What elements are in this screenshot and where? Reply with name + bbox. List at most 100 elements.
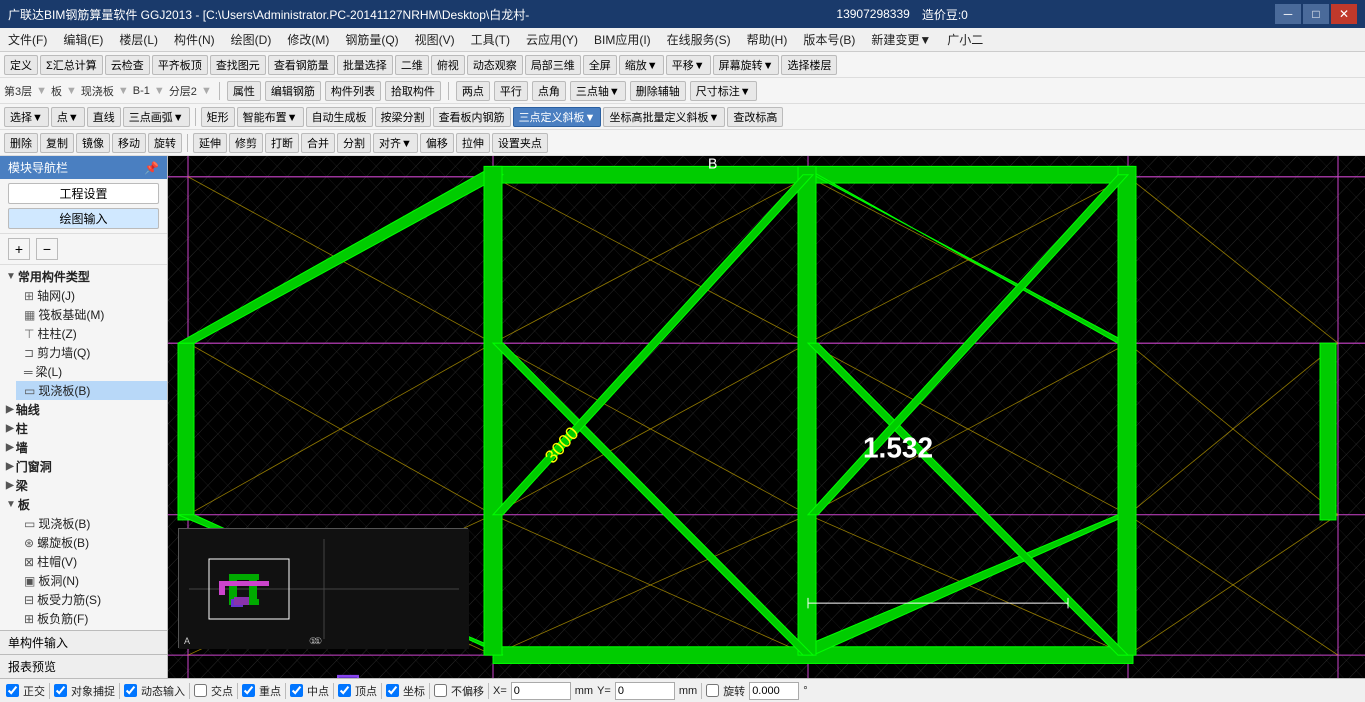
- point-angle-button[interactable]: 点角: [532, 81, 566, 101]
- tree-item-slab[interactable]: ▭现浇板(B): [16, 381, 167, 400]
- check-height-button[interactable]: 查改标高: [727, 107, 783, 127]
- remove-component-button[interactable]: −: [36, 238, 58, 260]
- nooffset-checkbox[interactable]: [434, 684, 447, 697]
- two-point-button[interactable]: 两点: [456, 81, 490, 101]
- tree-item-beam[interactable]: ═梁(L): [16, 362, 167, 381]
- point-button[interactable]: 点▼: [51, 107, 85, 127]
- tb1-[interactable]: 缩放▼: [619, 55, 664, 75]
- tree-item-tension-rebar[interactable]: ⊟板受力筋(S): [16, 590, 167, 609]
- center-checkbox[interactable]: [290, 684, 303, 697]
- tb1-[interactable]: 屏幕旋转▼: [713, 55, 780, 75]
- split-button[interactable]: 分割: [337, 133, 371, 153]
- tree-group-wall[interactable]: ▶ 墙: [0, 438, 167, 457]
- tree-item-shearwall[interactable]: ⊐剪力墙(Q): [16, 343, 167, 362]
- rect-button[interactable]: 矩形: [201, 107, 235, 127]
- tb1-[interactable]: 动态观察: [467, 55, 523, 75]
- menubar-item-s[interactable]: 在线服务(S): [659, 29, 739, 50]
- tb1-[interactable]: 平移▼: [666, 55, 711, 75]
- tree-group-axis[interactable]: ▶ 轴线: [0, 400, 167, 419]
- menubar-item-d[interactable]: 绘图(D): [223, 29, 280, 50]
- menubar-item-n[interactable]: 构件(N): [166, 29, 223, 50]
- menubar-item-h[interactable]: 帮助(H): [739, 29, 796, 50]
- three-point-slope-button[interactable]: 三点定义斜板▼: [513, 107, 602, 127]
- close-button[interactable]: ✕: [1331, 4, 1357, 24]
- minimize-button[interactable]: ─: [1275, 4, 1301, 24]
- dynainput-checkbox[interactable]: [124, 684, 137, 697]
- component-list-button[interactable]: 构件列表: [325, 81, 381, 101]
- tb1-[interactable]: 全屏: [583, 55, 617, 75]
- split-by-beam-button[interactable]: 按梁分割: [375, 107, 431, 127]
- project-settings-button[interactable]: 工程设置: [8, 183, 159, 204]
- select-button[interactable]: 选择▼: [4, 107, 49, 127]
- maximize-button[interactable]: □: [1303, 4, 1329, 24]
- menubar-item-bimi[interactable]: BIM应用(I): [586, 29, 659, 50]
- smart-layout-button[interactable]: 智能布置▼: [237, 107, 304, 127]
- tb1-[interactable]: 定义: [4, 55, 38, 75]
- tb1-[interactable]: 局部三维: [525, 55, 581, 75]
- intersect-checkbox[interactable]: [194, 684, 207, 697]
- ortho-checkbox[interactable]: [6, 684, 19, 697]
- edit-rebar-button[interactable]: 编辑钢筋: [265, 81, 321, 101]
- cad-canvas[interactable]: 1.532 3000 .690 .690 B A ① ② tE: [168, 156, 1365, 678]
- mirror-button[interactable]: 镜像: [76, 133, 110, 153]
- vertex-checkbox[interactable]: [338, 684, 351, 697]
- tree-group-opening[interactable]: ▶ 门窗洞: [0, 457, 167, 476]
- tb1-[interactable]: 查找图元: [210, 55, 266, 75]
- tb1-[interactable]: 选择楼层: [781, 55, 837, 75]
- move-button[interactable]: 移动: [112, 133, 146, 153]
- menubar-item-q[interactable]: 钢筋量(Q): [337, 29, 406, 50]
- tree-group-col[interactable]: ▶ 柱: [0, 419, 167, 438]
- merge-button[interactable]: 合并: [301, 133, 335, 153]
- drawing-input-button[interactable]: 绘图输入: [8, 208, 159, 229]
- report-preview[interactable]: 报表预览: [0, 654, 167, 678]
- property-button[interactable]: 属性: [227, 81, 261, 101]
- menubar-item-t[interactable]: 工具(T): [463, 29, 518, 50]
- minimap[interactable]: A ① ①: [178, 528, 468, 648]
- tree-item-xjb[interactable]: ▭现浇板(B): [16, 514, 167, 533]
- add-component-button[interactable]: +: [8, 238, 30, 260]
- tree-group-liang[interactable]: ▶ 梁: [0, 476, 167, 495]
- offset-button[interactable]: 偏移: [420, 133, 454, 153]
- tree-item-neg-rebar[interactable]: ⊞板负筋(F): [16, 609, 167, 628]
- menubar-item-y[interactable]: 云应用(Y): [518, 29, 586, 50]
- set-grip-button[interactable]: 设置夹点: [492, 133, 548, 153]
- tree-group-slab[interactable]: ▼ 板: [0, 495, 167, 514]
- menubar-item-b[interactable]: 版本号(B): [795, 29, 863, 50]
- menubar-item-e[interactable]: 编辑(E): [55, 29, 111, 50]
- midpoint-checkbox[interactable]: [242, 684, 255, 697]
- menubar-item-v[interactable]: 视图(V): [407, 29, 463, 50]
- x-input[interactable]: [511, 682, 571, 700]
- pick-component-button[interactable]: 拾取构件: [385, 81, 441, 101]
- y-input[interactable]: [615, 682, 675, 700]
- delete-button[interactable]: 删除: [4, 133, 38, 153]
- tree-group-common[interactable]: ▼ 常用构件类型: [0, 267, 167, 286]
- extend-button[interactable]: 延伸: [193, 133, 227, 153]
- tb1-[interactable]: 平齐板顶: [152, 55, 208, 75]
- tb1-[interactable]: 批量选择: [337, 55, 393, 75]
- menubar-item-m[interactable]: 修改(M): [279, 29, 337, 50]
- menubar-item-[interactable]: 新建变更▼: [863, 29, 939, 50]
- dim-note-button[interactable]: 尺寸标注▼: [690, 81, 757, 101]
- tree-item-raft[interactable]: ▦筏板基础(M): [16, 305, 167, 324]
- tree-item-pilecap[interactable]: ⊠柱帽(V): [16, 552, 167, 571]
- menubar-item-f[interactable]: 文件(F): [0, 29, 55, 50]
- menubar-item-[interactable]: 广小二: [939, 29, 991, 50]
- rotate-checkbox[interactable]: [706, 684, 719, 697]
- menubar-item-l[interactable]: 楼层(L): [111, 29, 166, 50]
- single-component-input[interactable]: 单构件输入: [0, 630, 167, 654]
- stretch-button[interactable]: 拉伸: [456, 133, 490, 153]
- tb1-[interactable]: Σ汇总计算: [40, 55, 103, 75]
- copy-button[interactable]: 复制: [40, 133, 74, 153]
- rotate-input[interactable]: [749, 682, 799, 700]
- tree-item-axis[interactable]: ⊞轴网(J): [16, 286, 167, 305]
- coord-slope-button[interactable]: 坐标高批量定义斜板▼: [603, 107, 725, 127]
- delete-aux-button[interactable]: 删除辅轴: [630, 81, 686, 101]
- parallel-button[interactable]: 平行: [494, 81, 528, 101]
- rotate-button[interactable]: 旋转: [148, 133, 182, 153]
- tb1-[interactable]: 查看钢筋量: [268, 55, 335, 75]
- coord-checkbox[interactable]: [386, 684, 399, 697]
- break-button[interactable]: 打断: [265, 133, 299, 153]
- trim-button[interactable]: 修剪: [229, 133, 263, 153]
- tree-item-hole[interactable]: ▣板洞(N): [16, 571, 167, 590]
- tree-item-spiral[interactable]: ⊛螺旋板(B): [16, 533, 167, 552]
